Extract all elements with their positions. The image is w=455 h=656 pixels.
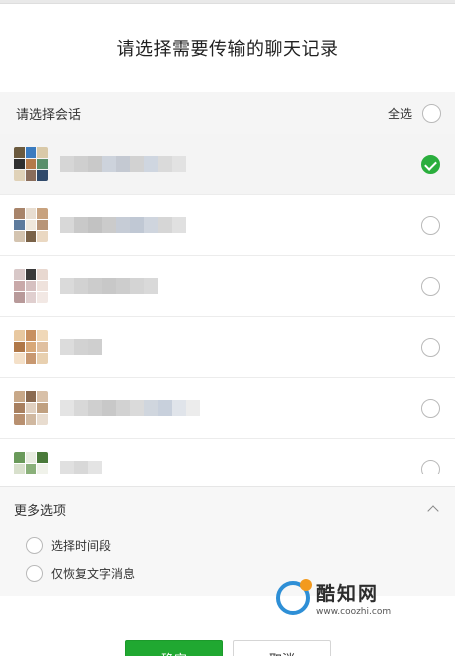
cancel-button[interactable]: 取消 <box>233 640 331 656</box>
conversation-row[interactable] <box>0 378 455 439</box>
select-all-radio[interactable] <box>422 103 441 123</box>
checked-radio-icon[interactable] <box>421 154 440 174</box>
conversation-radio[interactable] <box>421 398 440 418</box>
avatar <box>14 330 48 364</box>
option-radio[interactable] <box>26 536 43 554</box>
watermark-name: 酷知网 <box>316 583 380 605</box>
option-radio[interactable] <box>26 564 43 582</box>
confirm-button[interactable]: 确定 <box>125 640 223 656</box>
blurred-conversation-name <box>60 278 421 294</box>
blurred-conversation-name <box>60 400 421 416</box>
conversation-radio[interactable] <box>421 337 440 357</box>
conversation-row[interactable] <box>0 134 455 195</box>
conversation-row[interactable] <box>0 195 455 256</box>
blurred-conversation-name <box>60 217 421 233</box>
blurred-conversation-name <box>60 339 421 355</box>
avatar <box>14 452 48 474</box>
coozhi-logo-icon <box>276 579 312 615</box>
blurred-conversation-name <box>60 461 421 474</box>
more-options-label: 更多选项 <box>14 503 67 519</box>
conversation-radio[interactable] <box>421 276 440 296</box>
conversation-radio[interactable] <box>421 215 440 235</box>
blurred-conversation-name <box>60 156 421 172</box>
watermark-url: www.coozhi.com <box>316 607 392 617</box>
select-all-label[interactable]: 全选 <box>388 105 412 122</box>
conversation-row[interactable] <box>0 439 455 474</box>
option-label: 仅恢复文字消息 <box>51 566 136 581</box>
select-conversation-label: 请选择会话 <box>16 107 82 123</box>
avatar <box>14 269 48 303</box>
conversation-radio[interactable] <box>421 459 440 474</box>
more-options-header[interactable]: 更多选项 <box>0 487 455 531</box>
avatar <box>14 147 48 181</box>
conversation-row[interactable] <box>0 256 455 317</box>
option-label: 选择时间段 <box>51 538 112 553</box>
option-select-time-range[interactable]: 选择时间段 <box>0 531 455 559</box>
conversation-section-header: 请选择会话 全选 <box>0 92 455 134</box>
conversation-list[interactable] <box>0 134 455 474</box>
conversation-row[interactable] <box>0 317 455 378</box>
dialog-title: 请选择需要传输的聊天记录 <box>0 4 455 92</box>
chevron-up-icon[interactable] <box>427 505 439 517</box>
avatar <box>14 208 48 242</box>
watermark: 酷知网 www.coozhi.com <box>276 570 436 626</box>
avatar <box>14 391 48 425</box>
